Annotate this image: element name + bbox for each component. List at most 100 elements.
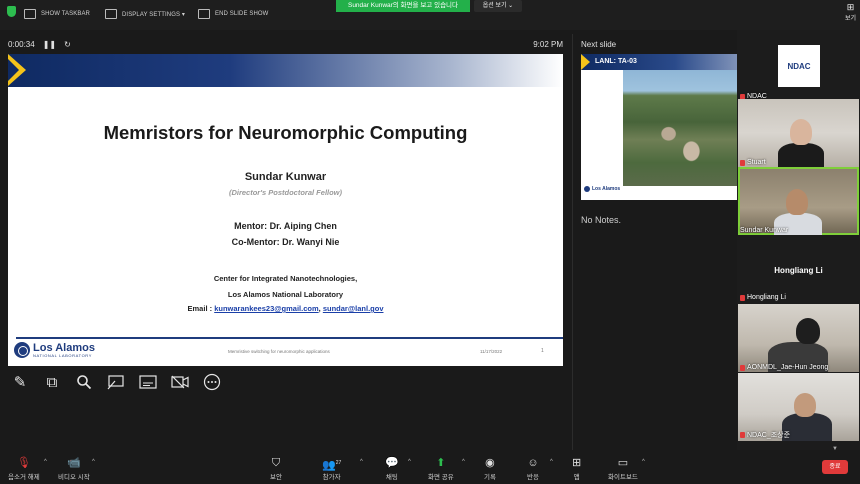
unmute-label: 음소거 해제 <box>8 474 40 481</box>
participant-name: AONMDL_Jae-Hun Jeong <box>740 364 828 371</box>
participants-options-chevron-icon[interactable]: ^ <box>360 459 363 465</box>
mic-muted-icon <box>740 294 745 301</box>
slide-chevron-inner <box>8 59 19 81</box>
participant-tile[interactable]: NDAC_조상준 <box>738 373 859 441</box>
restart-icon[interactable]: ↻ <box>64 40 71 49</box>
ndac-logo-text: NDAC <box>787 61 811 71</box>
whiteboard-options-chevron-icon[interactable]: ^ <box>642 459 645 465</box>
apps-icon: ⊞ <box>572 457 582 469</box>
next-slide-title: LANL: TA-03 <box>595 58 637 65</box>
show-taskbar-label: SHOW TASKBAR <box>41 11 90 17</box>
email-link-2[interactable]: sundar@lanl.gov <box>323 304 384 313</box>
chat-label: 채팅 <box>385 474 398 481</box>
slide-footer-title: Memristive switching for neuromorphic ap… <box>228 349 330 354</box>
chat-button[interactable]: 💬 채팅 <box>385 457 399 481</box>
apps-button[interactable]: ⊞ 앱 <box>572 457 581 481</box>
laser-pointer-icon[interactable] <box>104 372 128 392</box>
magnifier-icon[interactable] <box>72 372 96 392</box>
email-link-1[interactable]: kunwarankees23@gmail.com <box>214 304 318 313</box>
participant-tile-active-speaker[interactable]: Sundar Kunwar <box>738 167 859 235</box>
video-options-chevron-icon[interactable]: ^ <box>92 459 95 465</box>
share-screen-icon: ⬆ <box>436 457 446 469</box>
presenter-role: (Director's Postdoctoral Fellow) <box>228 188 343 197</box>
participants-button[interactable]: 👥27 참가자 <box>322 457 341 481</box>
mic-options-chevron-icon[interactable]: ^ <box>44 459 47 465</box>
next-slide-thumbnail[interactable]: LANL: TA-03 Los Alamos <box>581 54 737 200</box>
mic-muted-icon <box>740 432 745 438</box>
mic-muted-icon <box>740 364 745 371</box>
screen-share-banner: Sundar Kunwar의 화면을 보고 있습니다 <box>336 0 470 12</box>
participants-icon: 👥27 <box>322 459 342 472</box>
record-label: 기록 <box>484 474 496 481</box>
participant-tile[interactable]: Stuart <box>738 99 859 167</box>
presenter-timer-row: 0:00:34 ❚❚ ↻ 9:02 PM <box>8 40 563 49</box>
layers-icon[interactable]: ⧉ <box>40 372 64 392</box>
grid-icon: ⊞ <box>846 2 855 12</box>
chat-icon: 💬 <box>385 457 399 469</box>
end-show-icon <box>198 9 210 19</box>
taskbar-icon <box>24 9 36 19</box>
share-screen-label: 화면 공유 <box>428 474 454 481</box>
share-options-chevron-icon[interactable]: ^ <box>462 459 465 465</box>
share-screen-button[interactable]: ⬆ 화면 공유 <box>428 457 454 481</box>
slide-footer-date: 11/17/2022 <box>480 349 503 354</box>
view-options-button[interactable]: 옵션 보기 ⌄ <box>474 0 522 12</box>
record-button[interactable]: ◉ 기록 <box>484 457 496 481</box>
participant-video <box>778 143 824 167</box>
whiteboard-icon: ▭ <box>617 457 629 469</box>
ndac-logo: NDAC <box>778 45 820 87</box>
email-label: Email : <box>187 304 215 313</box>
participant-face <box>786 189 808 215</box>
reactions-button[interactable]: ☺ 반응 <box>527 457 539 481</box>
slide-footer-rule <box>16 337 563 339</box>
slide-title: Memristors for Neuromorphic Computing <box>103 122 468 143</box>
participant-name-text: Stuart <box>747 159 766 166</box>
participant-tile[interactable]: AONMDL_Jae-Hun Jeong <box>738 304 859 372</box>
email-line: Email : kunwarankees23@gmail.com, sundar… <box>8 304 563 313</box>
participant-name-text: AONMDL_Jae-Hun Jeong <box>747 364 829 371</box>
slide-page-number: 1 <box>541 348 544 354</box>
display-settings-label: DISPLAY SETTINGS ▾ <box>122 11 185 18</box>
show-taskbar-button[interactable]: SHOW TASKBAR <box>24 9 90 19</box>
mentor: Mentor: Dr. Aiping Chen <box>234 221 337 231</box>
current-slide[interactable]: Memristors for Neuromorphic Computing Su… <box>8 54 563 366</box>
next-slide-chevron <box>581 54 590 70</box>
clock: 9:02 PM <box>533 40 563 49</box>
camera-off-icon[interactable] <box>168 372 192 392</box>
whiteboard-label: 화이트보드 <box>608 474 638 481</box>
end-slide-show-button[interactable]: END SLIDE SHOW <box>198 9 268 19</box>
display-settings-button[interactable]: DISPLAY SETTINGS ▾ <box>105 9 185 19</box>
participants-count: 27 <box>335 460 342 466</box>
speaker-notes: No Notes. <box>581 215 622 225</box>
slide-banner <box>8 54 563 87</box>
institution-lab: Los Alamos National Laboratory <box>227 290 344 299</box>
whiteboard-button[interactable]: ▭ 화이트보드 <box>608 457 638 481</box>
logo-main-text: Los Alamos <box>33 341 95 354</box>
security-button[interactable]: ⛉ 보안 <box>270 457 282 481</box>
chat-options-chevron-icon[interactable]: ^ <box>408 459 411 465</box>
participant-tile[interactable]: NDAC NDAC <box>738 33 859 101</box>
reactions-label: 반응 <box>527 474 539 481</box>
los-alamos-mark-icon <box>584 186 590 192</box>
reactions-options-chevron-icon[interactable]: ^ <box>550 459 553 465</box>
participant-face <box>790 119 812 145</box>
more-icon[interactable] <box>200 372 224 392</box>
participant-name-text: Sundar Kunwar <box>740 227 789 234</box>
pen-icon[interactable]: ✎ <box>8 372 32 392</box>
los-alamos-logo: Los Alamos NATIONAL LABORATORY <box>14 342 95 358</box>
end-slide-show-label: END SLIDE SHOW <box>215 11 269 17</box>
end-meeting-button[interactable]: 종료 <box>822 460 848 474</box>
apps-label: 앱 <box>573 474 580 481</box>
security-label: 보안 <box>270 474 282 481</box>
pause-icon[interactable]: ❚❚ <box>43 40 56 49</box>
participants-label: 참가자 <box>322 474 341 481</box>
start-video-button[interactable]: 📹 비디오 시작 <box>58 457 90 481</box>
next-slide-logo-text: Los Alamos <box>592 186 621 192</box>
security-shield-icon: ⛉ <box>271 457 281 469</box>
pane-divider[interactable] <box>572 34 573 450</box>
participant-name: Hongliang Li <box>740 294 786 301</box>
unmute-button[interactable]: 🎙 음소거 해제 <box>8 457 40 481</box>
start-video-label: 비디오 시작 <box>58 474 90 481</box>
subtitles-icon[interactable] <box>136 372 160 392</box>
view-button[interactable]: ⊞ 보기 <box>845 2 856 22</box>
